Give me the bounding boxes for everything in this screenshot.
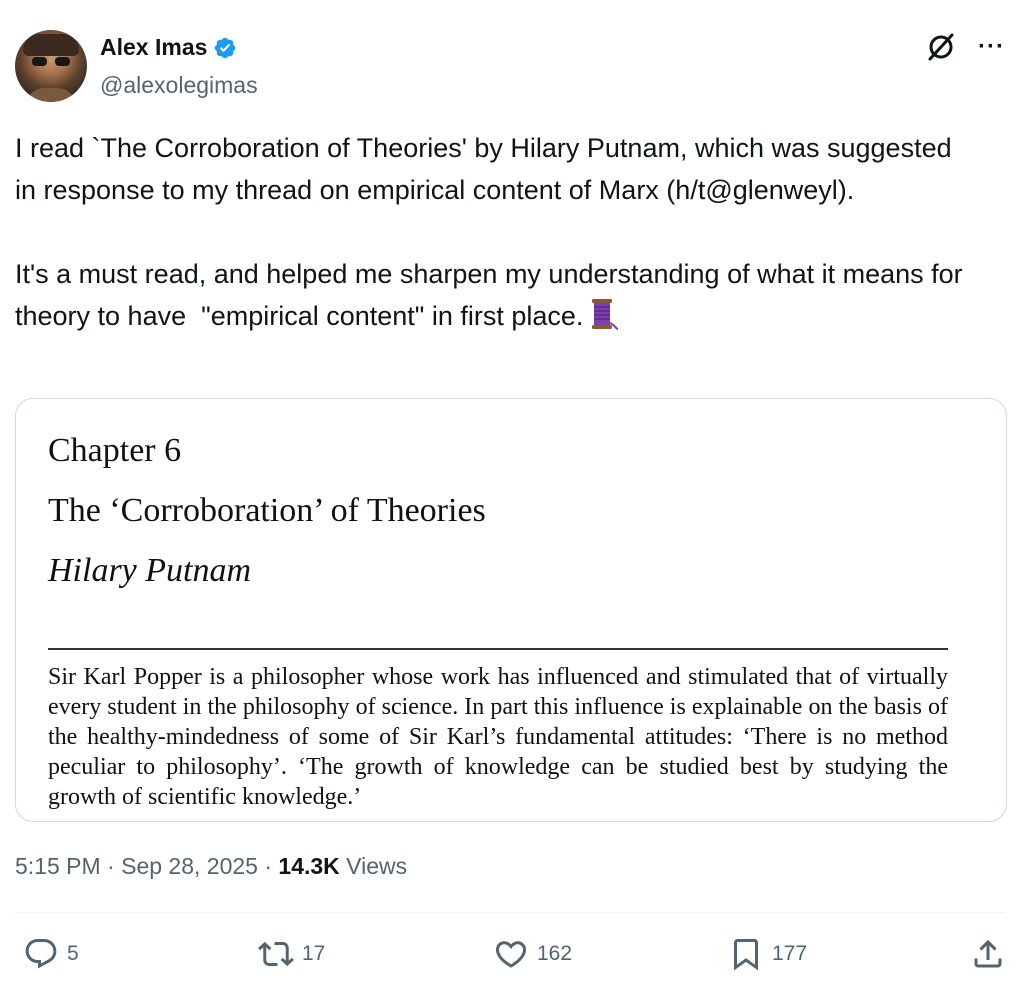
tweet-time[interactable]: 5:15 PM [15, 853, 101, 879]
reply-button[interactable]: 5 [23, 936, 79, 972]
more-icon[interactable]: ··· [978, 35, 1005, 59]
document-title: The ‘Corroboration’ of Theories [48, 492, 486, 529]
author-handle[interactable]: @alexolegimas [100, 72, 258, 99]
bookmark-icon [734, 939, 758, 971]
author-name-row: Alex Imas [100, 34, 237, 61]
attached-image[interactable]: Chapter 6 The ‘Corroboration’ of Theorie… [15, 398, 1007, 822]
grok-icon[interactable] [926, 32, 956, 62]
repost-icon [258, 941, 294, 967]
like-button[interactable]: 162 [493, 936, 572, 972]
repost-count: 17 [302, 942, 326, 965]
reply-count: 5 [67, 942, 79, 965]
views-count[interactable]: 14.3K [278, 853, 339, 879]
avatar[interactable] [15, 30, 87, 102]
author-display-name[interactable]: Alex Imas [100, 34, 207, 61]
share-icon [974, 939, 1002, 968]
heart-icon [495, 941, 527, 968]
action-bar: 5 17 162 177 [15, 936, 1006, 980]
like-count: 162 [537, 942, 573, 965]
document-rule [48, 648, 948, 650]
repost-button[interactable]: 17 [258, 936, 325, 972]
verified-badge-icon [215, 37, 236, 58]
meta-separator: · [257, 853, 279, 879]
reply-icon [25, 939, 57, 969]
tweet-text: I read `The Corroboration of Theories' b… [15, 127, 975, 337]
document-page: Chapter 6 The ‘Corroboration’ of Theorie… [48, 429, 948, 812]
tweet-date[interactable]: Sep 28, 2025 [121, 853, 258, 879]
bookmark-button[interactable]: 177 [728, 936, 807, 972]
divider [15, 912, 1006, 913]
document-chapter: Chapter 6 [48, 432, 182, 469]
tweet-paragraph-1: I read `The Corroboration of Theories' b… [15, 133, 960, 205]
tweet-paragraph-2-text: It's a must read, and helped me sharpen … [15, 259, 971, 331]
avatar-shirt [25, 88, 77, 102]
avatar-hair [23, 34, 79, 56]
share-button[interactable] [970, 936, 1006, 972]
avatar-sunglasses [32, 57, 70, 66]
tweet-meta: 5:15 PM · Sep 28, 2025 · 14.3K Views [15, 853, 407, 880]
meta-separator: · [100, 853, 122, 879]
tweet-top-actions: ··· [926, 32, 1005, 62]
views-label: Views [339, 853, 408, 879]
document-author: Hilary Putnam [48, 552, 252, 589]
document-excerpt: Sir Karl Popper is a philosopher whose w… [48, 664, 948, 810]
bookmark-count: 177 [772, 942, 808, 965]
tweet-paragraph-2: It's a must read, and helped me sharpen … [15, 253, 975, 337]
thread-spool-emoji-icon [592, 299, 619, 330]
